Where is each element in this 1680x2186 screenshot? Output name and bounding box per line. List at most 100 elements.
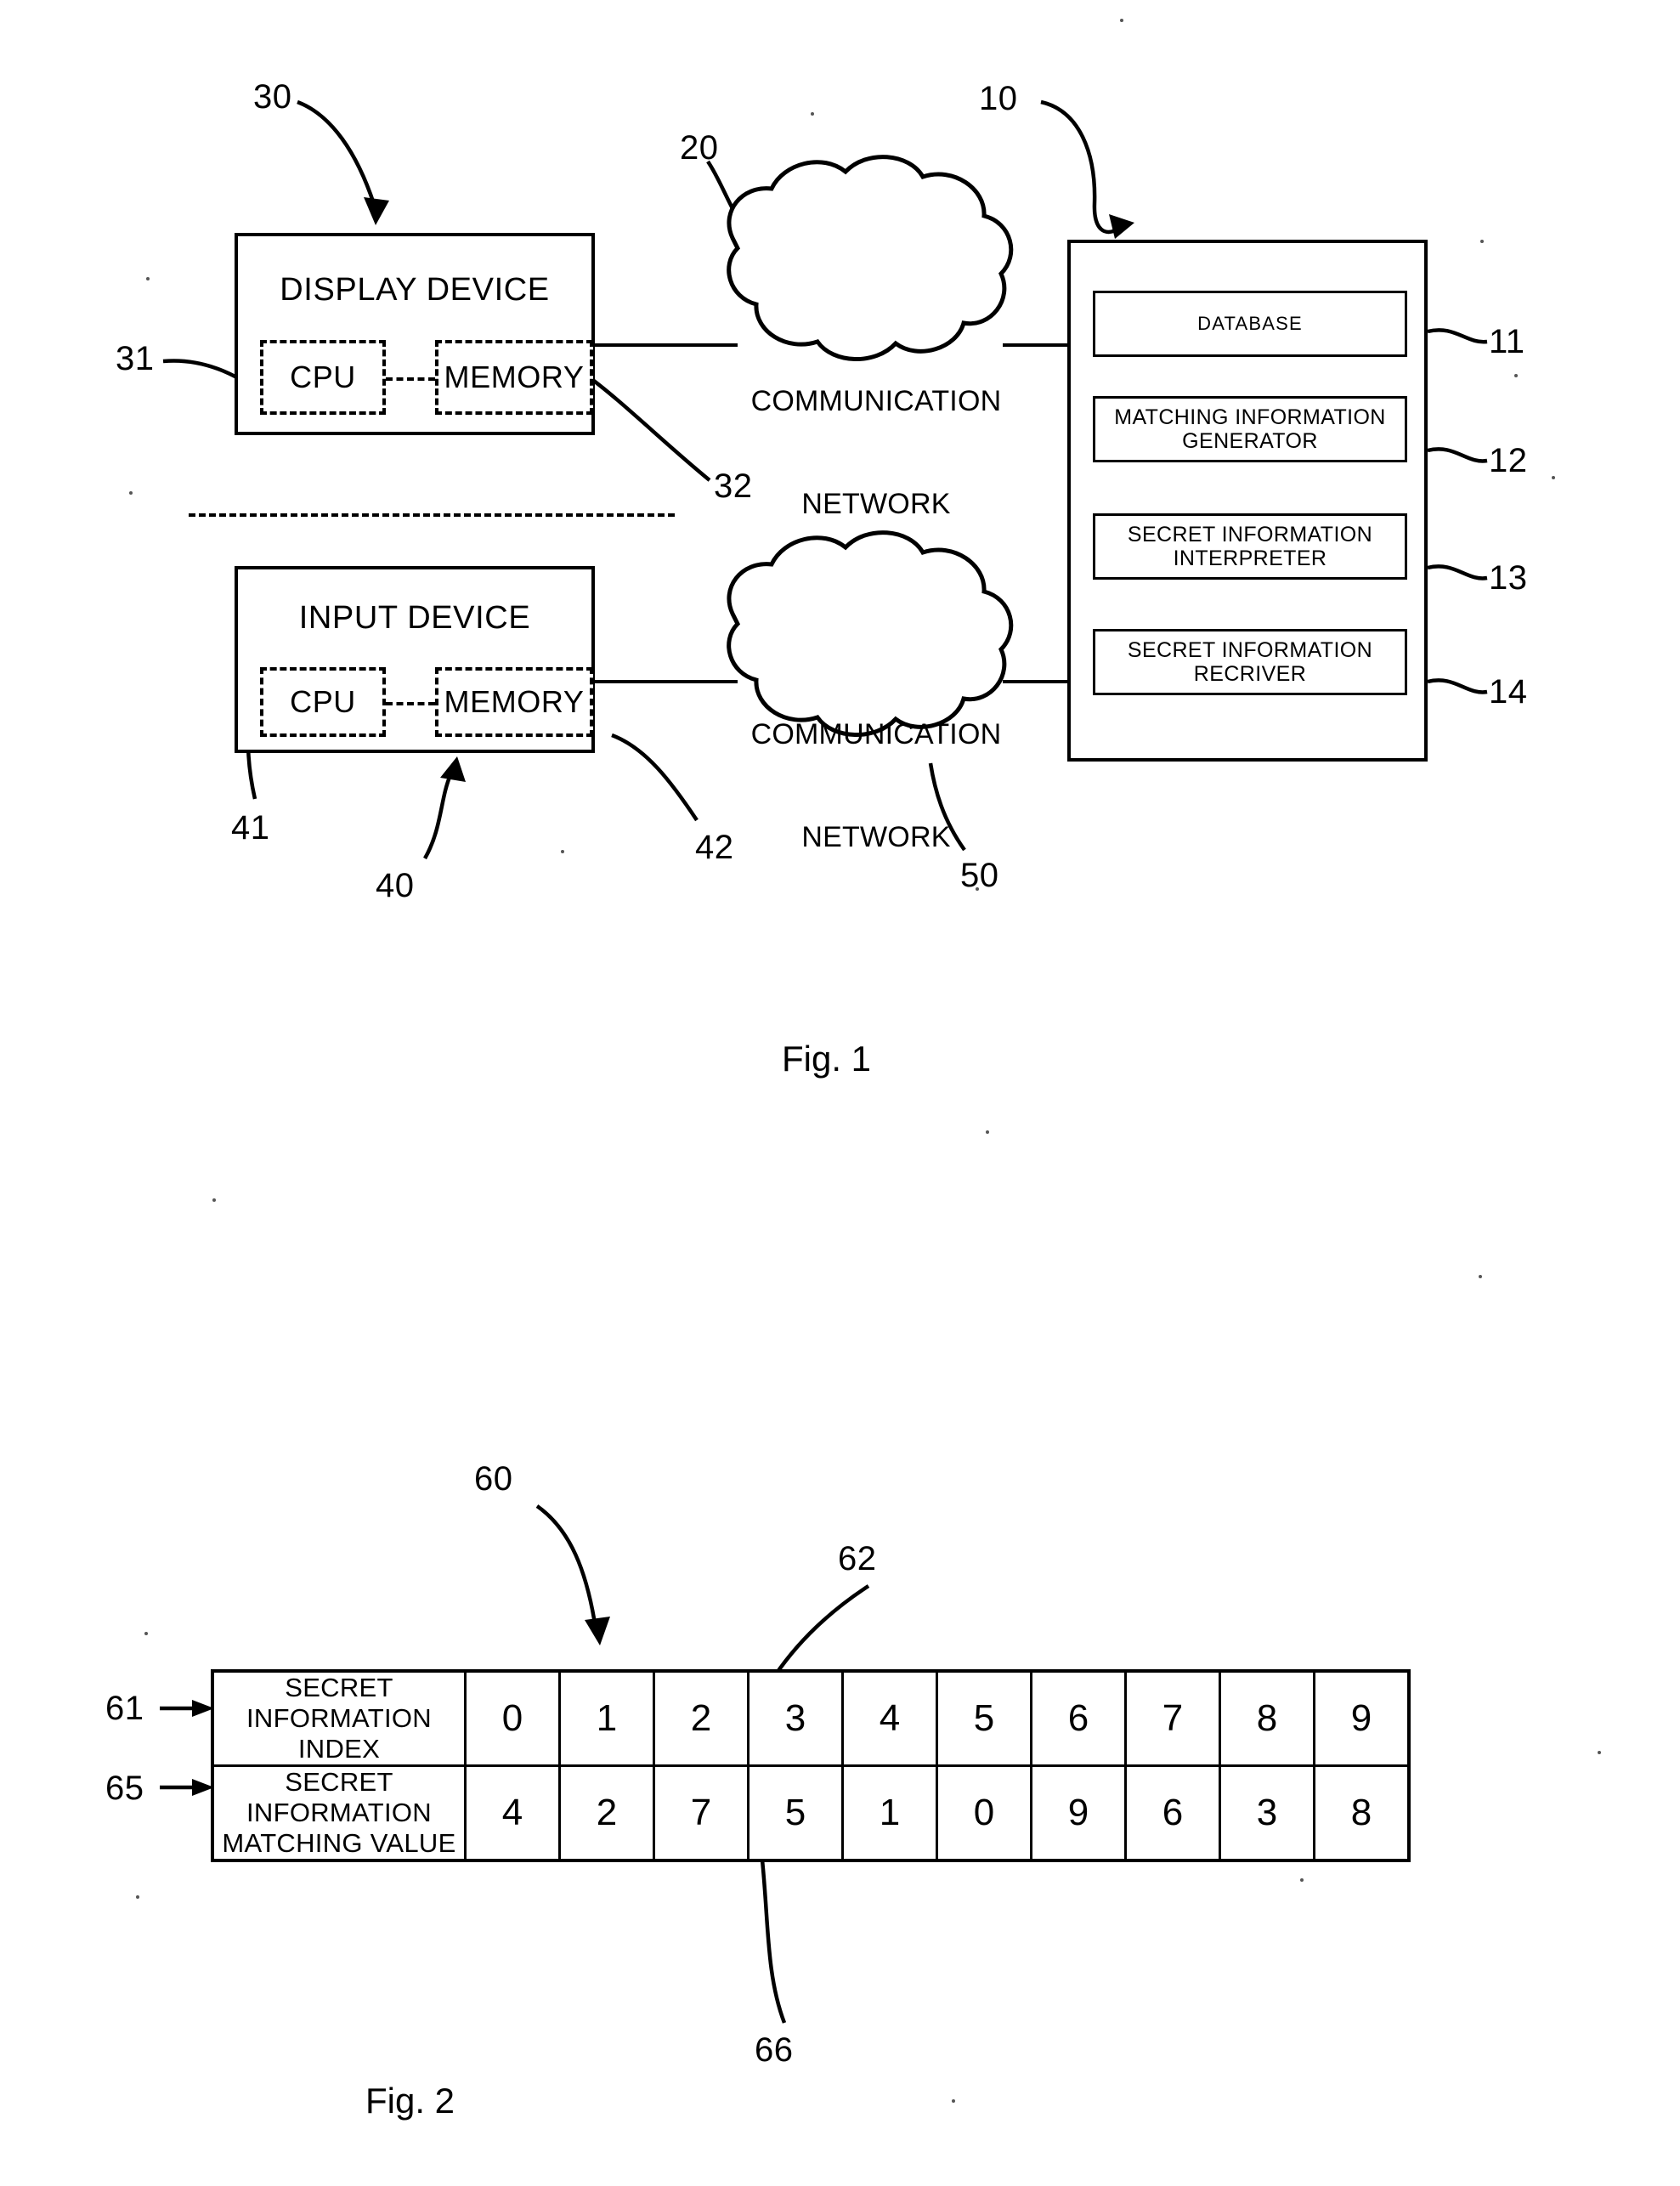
scan-speck <box>129 491 133 495</box>
value-cell-1: 2 <box>558 1764 655 1862</box>
row-header-index-line2: INDEX <box>297 1733 381 1764</box>
arrowhead-30 <box>364 197 389 225</box>
input-device-cpu-label: CPU <box>290 684 356 719</box>
patent-figure-sheet: DISPLAY DEVICE CPU MEMORY INPUT DEVICE C… <box>0 0 1680 2186</box>
row-header-matching-value: SECRET INFORMATION MATCHING VALUE <box>211 1764 467 1862</box>
scan-speck <box>986 1130 989 1134</box>
arrowhead-60 <box>585 1617 610 1645</box>
display-device-memory-box: MEMORY <box>435 340 593 415</box>
ref-numeral-65: 65 <box>105 1770 144 1807</box>
ref-numeral-60: 60 <box>474 1460 513 1498</box>
row-header-index-line1: SECRET INFORMATION <box>246 1673 432 1733</box>
input-device-memory-box: MEMORY <box>435 667 593 737</box>
section-separator <box>189 513 675 517</box>
server-component-secret-information-interpreter: SECRET INFORMATION INTERPRETER <box>1093 513 1407 580</box>
value-cell-3: 5 <box>747 1764 844 1862</box>
leader-11 <box>1427 328 1488 344</box>
network-top-line2: NETWORK <box>801 487 951 520</box>
leader-30 <box>297 99 376 205</box>
figure1-caption: Fig. 1 <box>782 1039 872 1079</box>
value-cell-4: 1 <box>841 1764 938 1862</box>
network-top-label: COMMUNICATION NETWORK <box>710 316 1042 589</box>
secret-information-table: SECRET INFORMATION INDEX 0 1 2 3 4 5 6 7… <box>211 1669 1411 1862</box>
scan-speck <box>1552 476 1555 479</box>
scan-speck <box>1120 19 1123 22</box>
display-device-title: DISPLAY DEVICE <box>280 272 550 308</box>
row-header-value-line2: MATCHING VALUE <box>222 1827 456 1858</box>
arrowhead-40 <box>440 756 466 782</box>
scan-speck <box>561 850 564 853</box>
leader-60 <box>535 1504 597 1624</box>
secret-recriver-line2: RECRIVER <box>1193 662 1307 686</box>
input-device-cpu-memory-link <box>386 702 435 705</box>
display-device-cpu-memory-link <box>386 377 435 381</box>
server-component-database: DATABASE <box>1093 291 1407 357</box>
arrowhead-10 <box>1109 214 1134 239</box>
leader-20 <box>706 160 754 241</box>
index-cell-8: 8 <box>1219 1669 1315 1767</box>
ref-numeral-13: 13 <box>1489 559 1528 597</box>
matching-generator-line2: GENERATOR <box>1182 429 1318 453</box>
ref-numeral-41: 41 <box>231 809 270 847</box>
ref-numeral-32: 32 <box>714 467 753 505</box>
secret-interpreter-line1: SECRET INFORMATION <box>1127 523 1373 546</box>
ref-numeral-42: 42 <box>695 829 734 866</box>
ref-numeral-10: 10 <box>979 80 1018 117</box>
server-component-secret-information-recriver: SECRET INFORMATION RECRIVER <box>1093 629 1407 695</box>
link-network-top-to-server <box>1003 343 1069 347</box>
network-bottom-line2: NETWORK <box>801 820 951 853</box>
scan-speck <box>136 1895 139 1899</box>
scan-speck <box>1480 240 1484 243</box>
secret-recriver-line1: SECRET INFORMATION <box>1127 638 1373 662</box>
display-device-cpu-box: CPU <box>260 340 386 415</box>
leader-42 <box>611 733 699 822</box>
scan-speck <box>1598 1751 1601 1754</box>
leader-32 <box>583 372 711 482</box>
row-header-index: SECRET INFORMATION INDEX <box>211 1669 467 1767</box>
network-bottom-line1: COMMUNICATION <box>750 718 1002 751</box>
leader-40 <box>423 774 453 860</box>
display-device-cpu-label: CPU <box>290 360 356 394</box>
ref-numeral-62: 62 <box>838 1540 877 1577</box>
input-device-title: INPUT DEVICE <box>298 600 531 636</box>
ref-numeral-12: 12 <box>1489 442 1528 479</box>
value-cell-5: 0 <box>936 1764 1032 1862</box>
ref-numeral-50: 50 <box>960 857 999 894</box>
display-device-memory-label: MEMORY <box>444 360 585 394</box>
leader-66 <box>758 1843 787 2024</box>
row-header-value-line1: SECRET INFORMATION <box>246 1766 432 1827</box>
ref-numeral-66: 66 <box>755 2031 794 2069</box>
value-cell-0: 4 <box>464 1764 561 1862</box>
table-row-index: SECRET INFORMATION INDEX 0 1 2 3 4 5 6 7… <box>211 1669 1411 1767</box>
index-cell-9: 9 <box>1313 1669 1411 1767</box>
scan-speck <box>144 1632 148 1635</box>
index-cell-2: 2 <box>653 1669 749 1767</box>
ref-numeral-14: 14 <box>1489 673 1528 711</box>
value-cell-8: 3 <box>1219 1764 1315 1862</box>
table-row-matching-value: SECRET INFORMATION MATCHING VALUE 4 2 7 … <box>211 1764 1411 1862</box>
ref-numeral-61: 61 <box>105 1690 144 1727</box>
server-component-matching-information-generator: MATCHING INFORMATION GENERATOR <box>1093 396 1407 462</box>
index-cell-4: 4 <box>841 1669 938 1767</box>
index-cell-5: 5 <box>936 1669 1032 1767</box>
value-cell-7: 6 <box>1124 1764 1221 1862</box>
value-cell-2: 7 <box>653 1764 749 1862</box>
value-cell-9: 8 <box>1313 1764 1411 1862</box>
ref-numeral-40: 40 <box>376 867 415 904</box>
scan-speck <box>1479 1275 1482 1278</box>
index-cell-6: 6 <box>1030 1669 1127 1767</box>
scan-speck <box>976 887 979 891</box>
input-device-memory-label: MEMORY <box>444 684 585 719</box>
scan-speck <box>1514 374 1518 377</box>
scan-speck <box>212 1198 216 1202</box>
leader-10 <box>1040 99 1122 235</box>
ref-numeral-20: 20 <box>680 129 719 167</box>
secret-interpreter-line2: INTERPRETER <box>1173 546 1327 570</box>
scan-speck <box>811 112 814 116</box>
input-device-cpu-box: CPU <box>260 667 386 737</box>
server-component-database-label: DATABASE <box>1197 312 1303 334</box>
index-cell-1: 1 <box>558 1669 655 1767</box>
value-cell-6: 9 <box>1030 1764 1127 1862</box>
ref-numeral-30: 30 <box>253 78 292 116</box>
ref-numeral-11: 11 <box>1489 323 1525 360</box>
